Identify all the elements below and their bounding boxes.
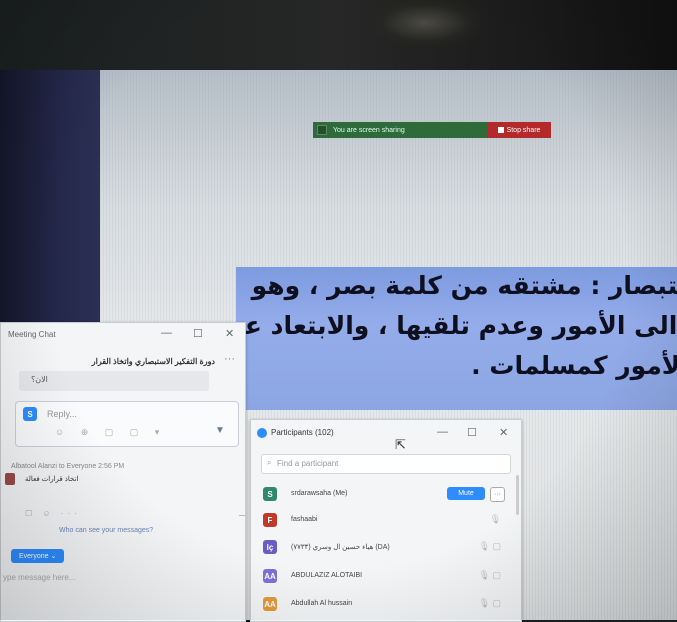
participant-row[interactable]: Ffashaabi 🎙 [251, 508, 513, 532]
participant-name: fashaabi [291, 516, 318, 523]
share-status-text: You are screen sharing [333, 126, 405, 134]
participant-name: srdarawsaha (Me) [291, 490, 348, 497]
chat-message-course: دورة التفكير الاستبصاري واتخاذ القرار [91, 357, 215, 366]
participant-row[interactable]: lç (٧٧٣٣) هياء حسين ال وسري (DA) 🎙 ▢ [251, 535, 513, 559]
mute-button[interactable]: Mute [447, 487, 485, 500]
share-status[interactable]: You are screen sharing [313, 122, 487, 138]
screen-share-toolbar: You are screen sharing Stop share [313, 122, 551, 138]
mic-video-status-icons: 🎙 ▢ [478, 570, 501, 580]
minimize-icon[interactable]: — [161, 327, 172, 339]
reply-avatar: S [23, 407, 37, 421]
participant-avatar: AA [263, 569, 277, 583]
slide-line-2: لر الى الأمور وعدم تلقيها ، والابتعاد عن [236, 311, 677, 340]
participant-avatar: F [263, 513, 277, 527]
message-sender-line: Albatool Alanzi to Everyone 2:56 PM [11, 463, 125, 470]
reply-toolbar-icons[interactable]: ☺ ⊕ ▢ ▢ ▾ [55, 427, 166, 438]
stop-icon [497, 127, 504, 133]
recipient-dropdown[interactable]: Everyone ⌄ [11, 549, 65, 563]
reply-box[interactable] [15, 401, 239, 447]
participant-search-placeholder: Find a participant [277, 459, 339, 468]
participant-name: ABDULAZIZ ALOTAIBI [291, 572, 363, 579]
close-icon[interactable]: ✕ [225, 327, 234, 340]
reply-input[interactable]: Reply... [47, 409, 77, 419]
minimize-icon[interactable]: — [437, 426, 448, 438]
slide-line-3: الأمور كمسلمات . [471, 351, 677, 380]
message-action-icons[interactable]: ☐ ☺ ··· [25, 509, 81, 518]
more-options-icon[interactable]: ··· [224, 353, 235, 365]
message-input[interactable]: ype message here... [3, 573, 75, 582]
participants-window: Participants (102) — ☐ ✕ ⌕ Find a partic… [250, 419, 522, 622]
maximize-icon[interactable]: ☐ [467, 426, 477, 439]
zoom-logo-icon [257, 428, 267, 438]
slide-line-1: استبصار : مشتقه من كلمة بصر ، وهو [251, 271, 677, 300]
presentation-slide: استبصار : مشتقه من كلمة بصر ، وهو لر الى… [236, 267, 677, 410]
participant-name: (٧٧٣٣) هياء حسين ال وسري (DA) [291, 544, 390, 551]
ceiling [0, 0, 677, 70]
sender-avatar [5, 473, 15, 485]
search-icon: ⌕ [267, 458, 272, 467]
who-can-see-link[interactable]: Who can see your messages? [59, 527, 153, 534]
participant-name: Abdullah Al hussain [291, 600, 353, 607]
chat-title: Meeting Chat [8, 330, 56, 339]
participant-avatar: lç [263, 540, 277, 554]
chat-titlebar[interactable]: Meeting Chat — ☐ ✕ [1, 323, 245, 345]
stop-share-label: Stop share [506, 126, 541, 134]
mouse-cursor: ⇱ [395, 437, 406, 452]
send-icon[interactable]: ▼ [215, 425, 225, 436]
chat-message: اتخاذ قرارات فعالة [25, 476, 79, 483]
more-options-button[interactable]: ··· [490, 487, 505, 502]
meeting-chat-window: Meeting Chat — ☐ ✕ دورة التفكير الاستبصا… [0, 322, 246, 622]
quoted-message-text: الان؟ [31, 375, 48, 384]
participants-titlebar[interactable]: Participants (102) — ☐ ✕ [251, 420, 521, 444]
participant-row[interactable]: AA Abdullah Al hussain 🎙 ▢ [251, 592, 513, 616]
participant-row[interactable]: AA ABDULAZIZ ALOTAIBI 🎙 ▢ [251, 564, 513, 588]
mic-video-status-icons: 🎙 ▢ [478, 598, 501, 608]
mic-video-status-icons: 🎙 [489, 514, 501, 524]
participant-avatar: S [263, 487, 277, 501]
participants-title: Participants (102) [271, 428, 334, 437]
pause-icon[interactable] [317, 125, 327, 135]
close-icon[interactable]: ✕ [499, 426, 508, 439]
participants-scrollbar[interactable] [516, 475, 519, 515]
participant-avatar: AA [263, 597, 277, 611]
participant-row[interactable]: Ssrdarawsaha (Me) Mute ··· [251, 482, 513, 506]
chat-scrollbar[interactable] [239, 515, 245, 516]
ceiling-light [370, 0, 480, 46]
mic-video-status-icons: 🎙 ▢ [478, 541, 501, 551]
maximize-icon[interactable]: ☐ [193, 327, 203, 340]
stop-share-button[interactable]: Stop share [487, 122, 551, 138]
